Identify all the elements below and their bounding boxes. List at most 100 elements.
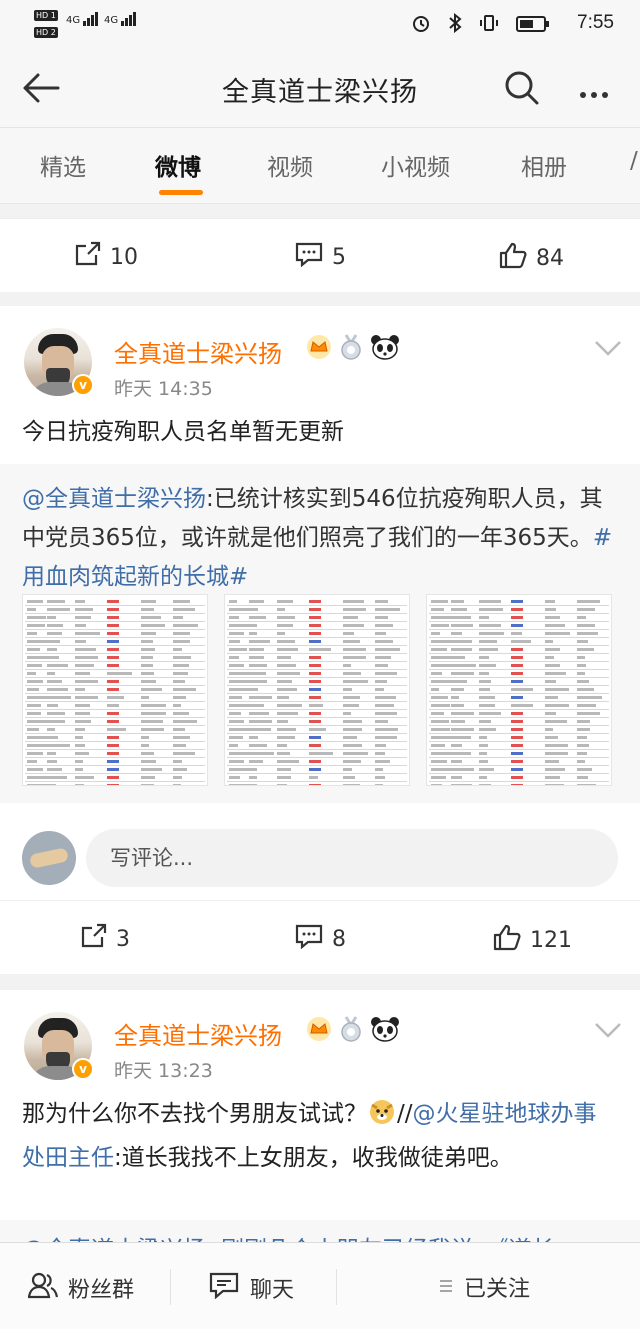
table-line xyxy=(227,661,407,662)
reposted-content[interactable]: @全真道士梁兴扬:已统计核实到546位抗疫殉职人员，其中党员365位，或许就是他… xyxy=(0,464,640,816)
table-cell xyxy=(309,696,321,699)
tab-album[interactable]: 相册 xyxy=(521,148,567,182)
author-name[interactable]: 全真道士梁兴扬 xyxy=(114,334,282,369)
table-cell xyxy=(141,648,155,651)
table-cell xyxy=(511,656,523,659)
table-cell xyxy=(107,632,119,635)
table-cell xyxy=(545,600,555,603)
like-button[interactable]: 84 xyxy=(498,241,564,275)
table-cell xyxy=(249,696,272,699)
following-button[interactable]: 已关注 xyxy=(438,1271,530,1303)
table-cell xyxy=(277,736,295,739)
table-cell xyxy=(451,712,474,715)
table-line xyxy=(25,645,205,646)
table-cell xyxy=(107,712,119,715)
table-cell xyxy=(451,680,467,683)
table-cell xyxy=(545,784,564,785)
chevron-down-icon[interactable] xyxy=(594,1022,622,1042)
table-cell xyxy=(451,632,462,635)
tab-short-video[interactable]: 小视频 xyxy=(381,148,450,182)
comment-button[interactable]: 5 xyxy=(294,241,346,273)
table-cell xyxy=(545,608,556,611)
author-name[interactable]: 全真道士梁兴扬 xyxy=(114,1016,282,1051)
table-cell xyxy=(173,720,197,723)
table-cell xyxy=(431,720,449,723)
table-cell xyxy=(75,624,86,627)
table-cell xyxy=(577,680,589,683)
table-cell xyxy=(545,752,568,755)
chevron-down-icon[interactable] xyxy=(594,340,622,360)
table-line xyxy=(25,677,205,678)
table-line xyxy=(429,717,609,718)
tab-featured[interactable]: 精选 xyxy=(40,148,86,182)
table-cell xyxy=(27,736,49,739)
comment-button[interactable]: 8 xyxy=(294,923,346,955)
table-cell xyxy=(249,640,270,643)
fans-group-button[interactable]: 粉丝群 xyxy=(27,1271,134,1305)
table-cell xyxy=(431,784,442,785)
table-cell xyxy=(577,752,587,755)
table-cell xyxy=(479,776,487,779)
table-cell xyxy=(511,720,523,723)
table-cell xyxy=(309,784,321,785)
tab-overflow[interactable]: / xyxy=(630,148,638,174)
divider xyxy=(336,1269,337,1305)
table-cell xyxy=(511,784,523,785)
table-cell xyxy=(511,776,523,779)
table-cell xyxy=(75,760,83,763)
table-line xyxy=(227,637,407,638)
table-cell xyxy=(229,664,244,667)
repost-button[interactable]: 10 xyxy=(74,241,138,273)
comment-input[interactable]: 写评论... xyxy=(86,829,618,887)
table-cell xyxy=(141,744,149,747)
table-line xyxy=(25,765,205,766)
table-cell xyxy=(309,632,321,635)
table-cell xyxy=(141,712,166,715)
table-cell xyxy=(511,728,523,731)
image-thumbnail[interactable] xyxy=(426,594,612,786)
table-line xyxy=(227,605,407,606)
table-cell xyxy=(479,664,496,667)
table-cell xyxy=(277,768,291,771)
image-thumbnail[interactable] xyxy=(22,594,208,786)
table-line xyxy=(429,781,609,782)
table-line xyxy=(25,613,205,614)
more-icon[interactable] xyxy=(580,83,613,102)
tab-weibo[interactable]: 微博 xyxy=(155,148,201,182)
like-button[interactable]: 121 xyxy=(492,923,572,957)
table-line xyxy=(429,725,609,726)
comment-count: 5 xyxy=(332,244,346,270)
table-cell xyxy=(47,696,71,699)
chat-button[interactable]: 聊天 xyxy=(208,1271,294,1305)
image-thumbnail[interactable] xyxy=(224,594,410,786)
table-line xyxy=(227,701,407,702)
table-cell xyxy=(47,704,58,707)
table-cell xyxy=(343,768,352,771)
table-cell xyxy=(545,624,565,627)
table-cell xyxy=(545,696,558,699)
tab-video[interactable]: 视频 xyxy=(267,148,313,182)
signal-1: 4G xyxy=(66,12,99,26)
table-cell xyxy=(431,632,440,635)
table-cell xyxy=(173,616,183,619)
table-cell xyxy=(277,696,289,699)
table-cell xyxy=(511,608,523,611)
table-cell xyxy=(451,704,464,707)
table-cell xyxy=(173,664,189,667)
table-line xyxy=(429,685,609,686)
repost-mention[interactable]: @全真道士梁兴扬 xyxy=(22,486,206,512)
table-cell xyxy=(511,696,523,699)
table-line xyxy=(25,669,205,670)
table-cell xyxy=(277,656,291,659)
search-icon[interactable] xyxy=(504,70,540,110)
thumbs-up-icon xyxy=(498,241,536,275)
table-cell xyxy=(107,624,119,627)
table-cell xyxy=(75,784,84,785)
repost-button[interactable]: 3 xyxy=(80,923,130,955)
table-cell xyxy=(107,616,119,619)
table-cell xyxy=(107,704,119,707)
table-cell xyxy=(375,600,388,603)
table-cell xyxy=(343,720,362,723)
table-cell xyxy=(577,656,585,659)
table-cell xyxy=(141,608,154,611)
